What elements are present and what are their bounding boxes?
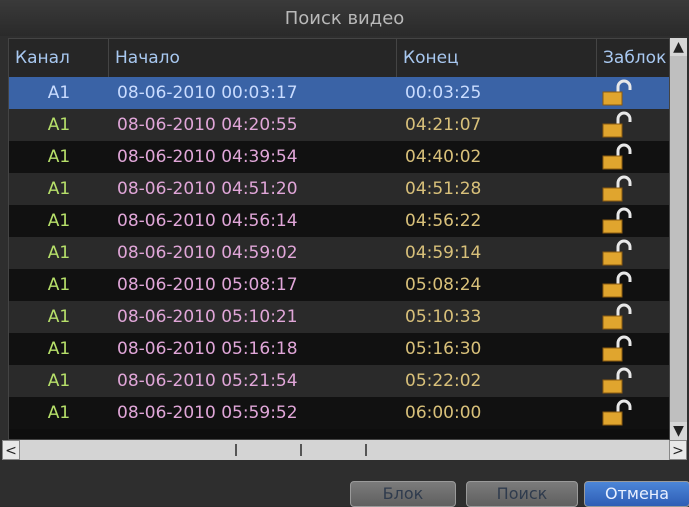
video-search-window: Поиск видео Канал Начало Конец Заблок A1…: [0, 0, 689, 507]
scroll-tick: [235, 444, 237, 456]
column-channel[interactable]: Канал: [9, 39, 109, 77]
table-row[interactable]: A1 08-06-2010 04:59:02 04:59:14: [9, 237, 669, 269]
channel-cell: A1: [47, 307, 71, 327]
horizontal-scrollbar[interactable]: [20, 440, 670, 460]
start-time-cell: 08-06-2010 05:10:21: [117, 307, 298, 327]
channel-cell: A1: [47, 115, 71, 135]
start-time-cell: 08-06-2010 04:56:14: [117, 211, 298, 231]
end-time-cell: 04:51:28: [405, 179, 482, 199]
end-time-cell: 05:22:02: [405, 371, 482, 391]
table-row[interactable]: A1 08-06-2010 04:51:20 04:51:28: [9, 173, 669, 205]
table-row[interactable]: A1 08-06-2010 05:08:17 05:08:24: [9, 269, 669, 301]
open-padlock-icon[interactable]: [601, 175, 635, 203]
table-row[interactable]: A1 08-06-2010 04:56:14 04:56:22: [9, 205, 669, 237]
scroll-right-icon[interactable]: >: [669, 440, 687, 460]
channel-cell: A1: [47, 403, 71, 423]
start-time-cell: 08-06-2010 00:03:17: [117, 83, 298, 103]
column-locked[interactable]: Заблок: [597, 39, 669, 77]
scroll-up-icon[interactable]: ▲: [670, 38, 687, 56]
scroll-down-icon[interactable]: ▼: [670, 422, 687, 440]
end-time-cell: 04:56:22: [405, 211, 482, 231]
open-padlock-icon[interactable]: [601, 207, 635, 235]
end-time-cell: 05:10:33: [405, 307, 482, 327]
open-padlock-icon[interactable]: [601, 271, 635, 299]
lock-button[interactable]: Блок: [350, 481, 456, 507]
open-padlock-icon[interactable]: [601, 367, 635, 395]
start-time-cell: 08-06-2010 04:20:55: [117, 115, 298, 135]
channel-cell: A1: [47, 83, 71, 103]
scroll-left-icon[interactable]: <: [2, 440, 20, 460]
table-row[interactable]: A1 08-06-2010 05:21:54 05:22:02: [9, 365, 669, 397]
cancel-button[interactable]: Отмена: [584, 481, 689, 507]
start-time-cell: 08-06-2010 05:08:17: [117, 275, 298, 295]
start-time-cell: 08-06-2010 04:51:20: [117, 179, 298, 199]
table-row[interactable]: A1 08-06-2010 05:16:18 05:16:30: [9, 333, 669, 365]
channel-cell: A1: [47, 275, 71, 295]
scroll-tick: [365, 444, 367, 456]
channel-cell: A1: [47, 179, 71, 199]
table-row[interactable]: A1 08-06-2010 04:39:54 04:40:02: [9, 141, 669, 173]
column-end[interactable]: Конец: [397, 39, 597, 77]
end-time-cell: 05:08:24: [405, 275, 482, 295]
scroll-tick: [300, 444, 302, 456]
start-time-cell: 08-06-2010 05:21:54: [117, 371, 298, 391]
open-padlock-icon[interactable]: [601, 111, 635, 139]
end-time-cell: 04:59:14: [405, 243, 482, 263]
table-row[interactable]: A1 08-06-2010 05:10:21 05:10:33: [9, 301, 669, 333]
start-time-cell: 08-06-2010 04:59:02: [117, 243, 298, 263]
channel-cell: A1: [47, 147, 71, 167]
results-table: Канал Начало Конец Заблок A1 08-06-2010 0…: [8, 38, 670, 440]
open-padlock-icon[interactable]: [601, 303, 635, 331]
channel-cell: A1: [47, 371, 71, 391]
table-row[interactable]: A1 08-06-2010 04:20:55 04:21:07: [9, 109, 669, 141]
end-time-cell: 04:40:02: [405, 147, 482, 167]
open-padlock-icon[interactable]: [601, 335, 635, 363]
open-padlock-icon[interactable]: [601, 79, 635, 107]
open-padlock-icon[interactable]: [601, 143, 635, 171]
end-time-cell: 00:03:25: [405, 83, 482, 103]
table-header: Канал Начало Конец Заблок: [9, 39, 669, 78]
channel-cell: A1: [47, 211, 71, 231]
end-time-cell: 05:16:30: [405, 339, 482, 359]
open-padlock-icon[interactable]: [601, 239, 635, 267]
table-row[interactable]: A1 08-06-2010 05:59:52 06:00:00: [9, 397, 669, 429]
end-time-cell: 06:00:00: [405, 403, 482, 423]
start-time-cell: 08-06-2010 05:59:52: [117, 403, 298, 423]
channel-cell: A1: [47, 339, 71, 359]
channel-cell: A1: [47, 243, 71, 263]
start-time-cell: 08-06-2010 05:16:18: [117, 339, 298, 359]
search-button[interactable]: Поиск: [466, 481, 578, 507]
table-row[interactable]: A1 08-06-2010 00:03:17 00:03:25: [9, 77, 669, 109]
column-start[interactable]: Начало: [109, 39, 397, 77]
start-time-cell: 08-06-2010 04:39:54: [117, 147, 298, 167]
open-padlock-icon[interactable]: [601, 399, 635, 427]
end-time-cell: 04:21:07: [405, 115, 482, 135]
window-title: Поиск видео: [0, 0, 689, 36]
vertical-scrollbar[interactable]: ▲ ▼: [670, 38, 687, 440]
